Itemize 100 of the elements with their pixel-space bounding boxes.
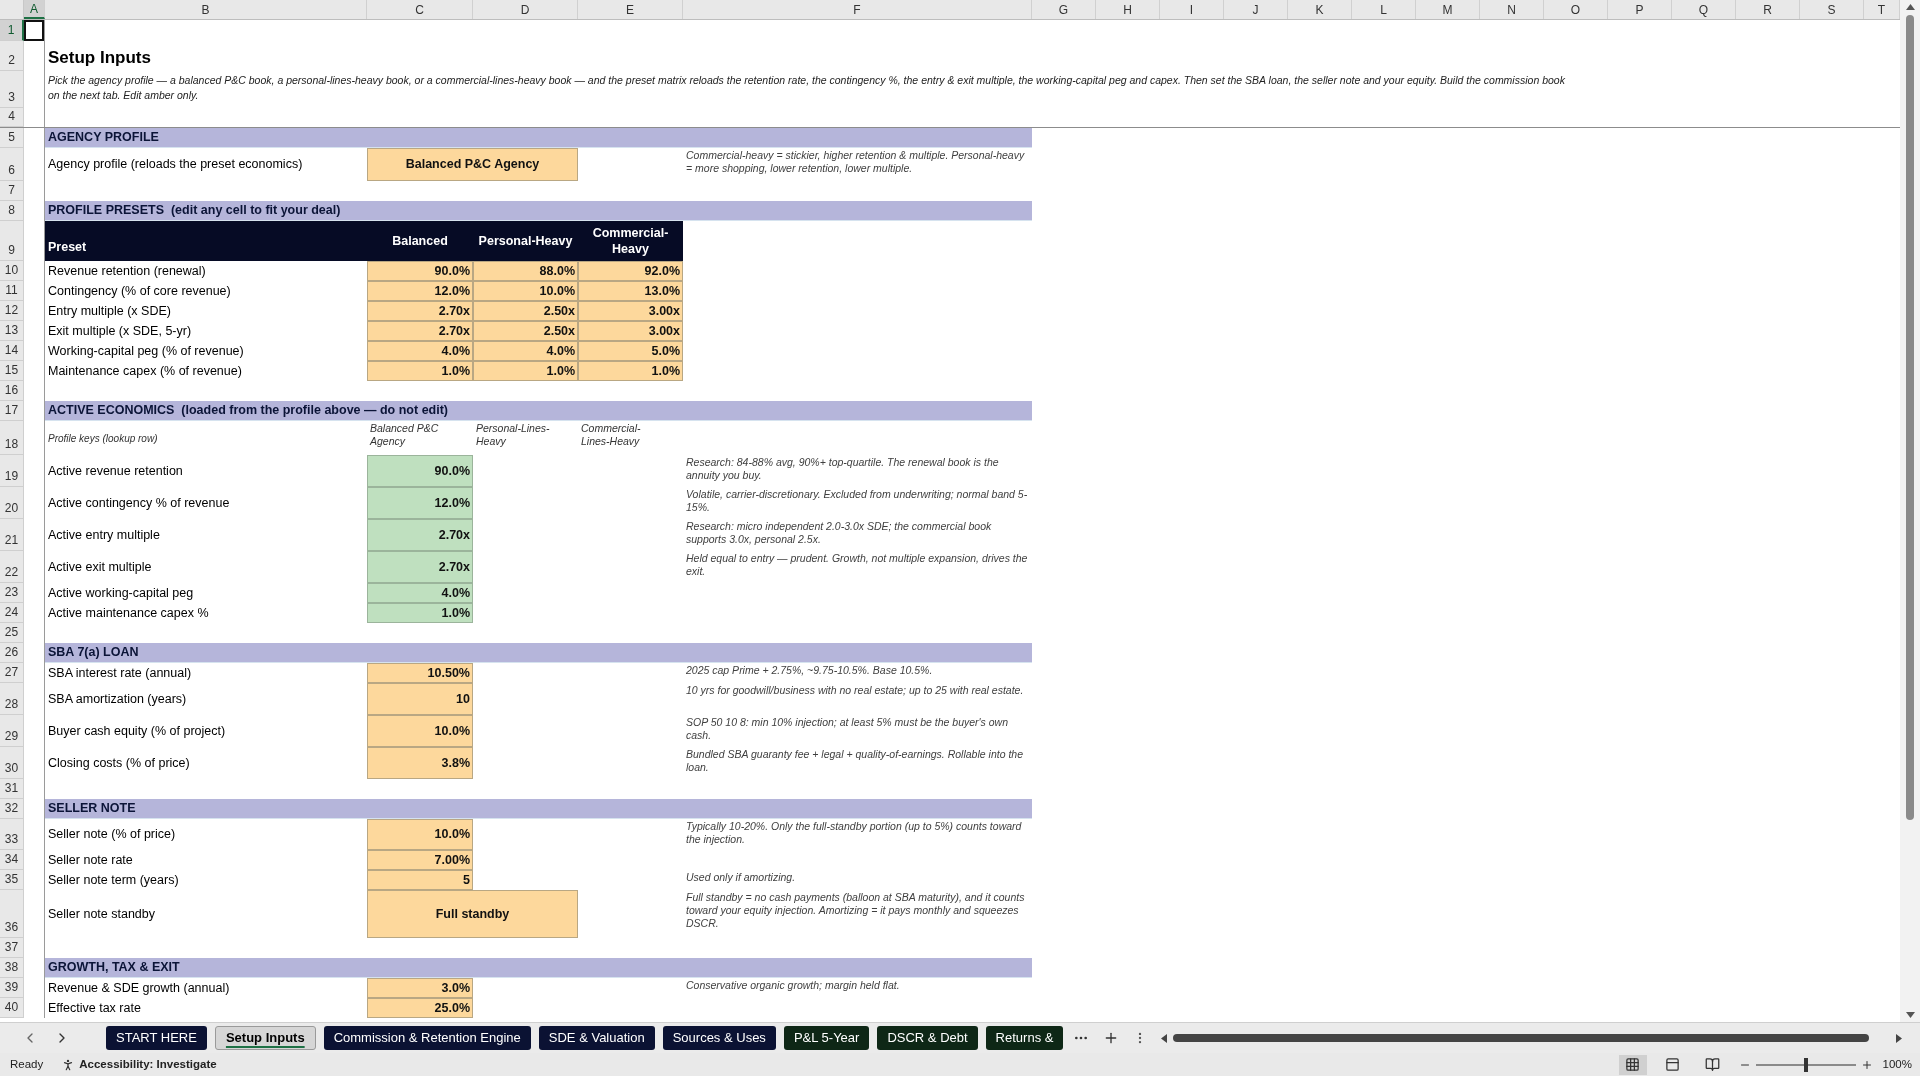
- input-cell[interactable]: 13.0%: [578, 281, 683, 301]
- input-cell[interactable]: 10: [367, 683, 473, 715]
- row-number[interactable]: 7: [0, 181, 24, 201]
- scroll-left-icon[interactable]: [1161, 1033, 1168, 1043]
- column-header[interactable]: C: [367, 0, 473, 19]
- row-number[interactable]: 2: [0, 41, 24, 71]
- column-header[interactable]: D: [473, 0, 578, 19]
- column-header[interactable]: I: [1160, 0, 1224, 19]
- column-header[interactable]: P: [1608, 0, 1672, 19]
- sheet-tab[interactable]: START HERE: [106, 1026, 207, 1050]
- scroll-thumb[interactable]: [1173, 1034, 1869, 1042]
- slider-thumb[interactable]: [1803, 1057, 1808, 1072]
- row-number[interactable]: 37: [0, 938, 24, 958]
- input-cell[interactable]: 4.0%: [367, 341, 473, 361]
- row-number[interactable]: 5: [0, 128, 24, 148]
- column-header[interactable]: K: [1288, 0, 1352, 19]
- input-cell[interactable]: 3.00x: [578, 321, 683, 341]
- sheet-tab[interactable]: Sources & Uses: [662, 1026, 776, 1050]
- column-header[interactable]: M: [1416, 0, 1480, 19]
- input-cell[interactable]: 10.0%: [367, 715, 473, 747]
- input-cell[interactable]: 2.50x: [473, 321, 578, 341]
- input-cell[interactable]: 2.50x: [473, 301, 578, 321]
- input-cell[interactable]: 3.00x: [578, 301, 683, 321]
- sheet-tab[interactable]: Setup Inputs: [214, 1026, 316, 1050]
- row-number[interactable]: 29: [0, 715, 24, 747]
- input-cell[interactable]: 1.0%: [473, 361, 578, 381]
- input-cell[interactable]: 5: [367, 870, 473, 890]
- dropdown-cell[interactable]: Full standby: [367, 890, 578, 938]
- row-number[interactable]: 10: [0, 261, 24, 281]
- computed-cell[interactable]: 90.0%: [367, 455, 473, 487]
- computed-cell[interactable]: 2.70x: [367, 519, 473, 551]
- row-number[interactable]: 25: [0, 623, 24, 643]
- row-number[interactable]: 35: [0, 870, 24, 890]
- row-number[interactable]: 14: [0, 341, 24, 361]
- input-cell[interactable]: 7.00%: [367, 850, 473, 870]
- column-header[interactable]: R: [1736, 0, 1800, 19]
- zoom-level[interactable]: 100%: [1882, 1055, 1912, 1074]
- sheet-tab[interactable]: SDE & Valuation: [538, 1026, 655, 1050]
- input-cell[interactable]: 10.0%: [367, 819, 473, 850]
- column-header[interactable]: G: [1032, 0, 1096, 19]
- row-number[interactable]: 21: [0, 519, 24, 551]
- row-number[interactable]: 20: [0, 487, 24, 519]
- input-cell[interactable]: 10.0%: [473, 281, 578, 301]
- row-number[interactable]: 36: [0, 890, 24, 938]
- column-header[interactable]: B: [45, 0, 367, 19]
- row-number[interactable]: 3: [0, 71, 24, 108]
- row-number[interactable]: 23: [0, 583, 24, 603]
- view-button[interactable]: [1618, 1054, 1647, 1075]
- input-cell[interactable]: 5.0%: [578, 341, 683, 361]
- row-number[interactable]: 34: [0, 850, 24, 870]
- column-header[interactable]: N: [1480, 0, 1544, 19]
- row-number[interactable]: 31: [0, 779, 24, 799]
- scroll-down-icon[interactable]: [1905, 1012, 1915, 1018]
- row-number[interactable]: 9: [0, 221, 24, 261]
- row-number[interactable]: 19: [0, 455, 24, 487]
- input-cell[interactable]: 25.0%: [367, 998, 473, 1018]
- vertical-scrollbar[interactable]: [1900, 0, 1920, 1022]
- column-header[interactable]: J: [1224, 0, 1288, 19]
- input-cell[interactable]: 3.0%: [367, 978, 473, 998]
- scroll-up-icon[interactable]: [1905, 4, 1915, 10]
- row-number[interactable]: 6: [0, 148, 24, 181]
- input-cell[interactable]: 4.0%: [473, 341, 578, 361]
- row-number[interactable]: 15: [0, 361, 24, 381]
- row-number[interactable]: 28: [0, 683, 24, 715]
- zoom-in-icon[interactable]: [1860, 1058, 1873, 1071]
- column-header[interactable]: E: [578, 0, 683, 19]
- computed-cell[interactable]: 1.0%: [367, 603, 473, 623]
- input-cell[interactable]: 1.0%: [367, 361, 473, 381]
- column-header[interactable]: L: [1352, 0, 1416, 19]
- row-number[interactable]: 39: [0, 978, 24, 998]
- column-header[interactable]: H: [1096, 0, 1160, 19]
- sheet-tab[interactable]: DSCR & Debt: [877, 1026, 978, 1050]
- input-cell[interactable]: 10.50%: [367, 663, 473, 683]
- column-header[interactable]: O: [1544, 0, 1608, 19]
- input-cell[interactable]: 88.0%: [473, 261, 578, 281]
- input-cell[interactable]: 92.0%: [578, 261, 683, 281]
- input-cell[interactable]: 1.0%: [578, 361, 683, 381]
- input-cell[interactable]: 90.0%: [367, 261, 473, 281]
- row-number[interactable]: 1: [0, 20, 24, 41]
- row-number[interactable]: 26: [0, 643, 24, 663]
- row-number[interactable]: 33: [0, 819, 24, 850]
- row-number[interactable]: 30: [0, 747, 24, 779]
- input-cell[interactable]: 3.8%: [367, 747, 473, 779]
- column-header[interactable]: F: [683, 0, 1032, 19]
- sheet-tab[interactable]: P&L 5-Year: [783, 1026, 870, 1050]
- zoom-slider[interactable]: [1755, 1057, 1856, 1072]
- row-number[interactable]: 32: [0, 799, 24, 819]
- input-cell[interactable]: 12.0%: [367, 281, 473, 301]
- input-cell[interactable]: 2.70x: [367, 321, 473, 341]
- row-number[interactable]: 4: [0, 108, 24, 127]
- row-number[interactable]: 22: [0, 551, 24, 583]
- computed-cell[interactable]: 12.0%: [367, 487, 473, 519]
- scroll-right-icon[interactable]: [1896, 1033, 1902, 1043]
- accessibility-status[interactable]: Accessibility: Investigate: [79, 1055, 217, 1074]
- sheet-tab[interactable]: Returns &: [985, 1026, 1064, 1050]
- row-number[interactable]: 40: [0, 998, 24, 1018]
- row-number[interactable]: 12: [0, 301, 24, 321]
- row-number[interactable]: 13: [0, 321, 24, 341]
- row-number[interactable]: 11: [0, 281, 24, 301]
- scroll-thumb[interactable]: [1906, 15, 1914, 820]
